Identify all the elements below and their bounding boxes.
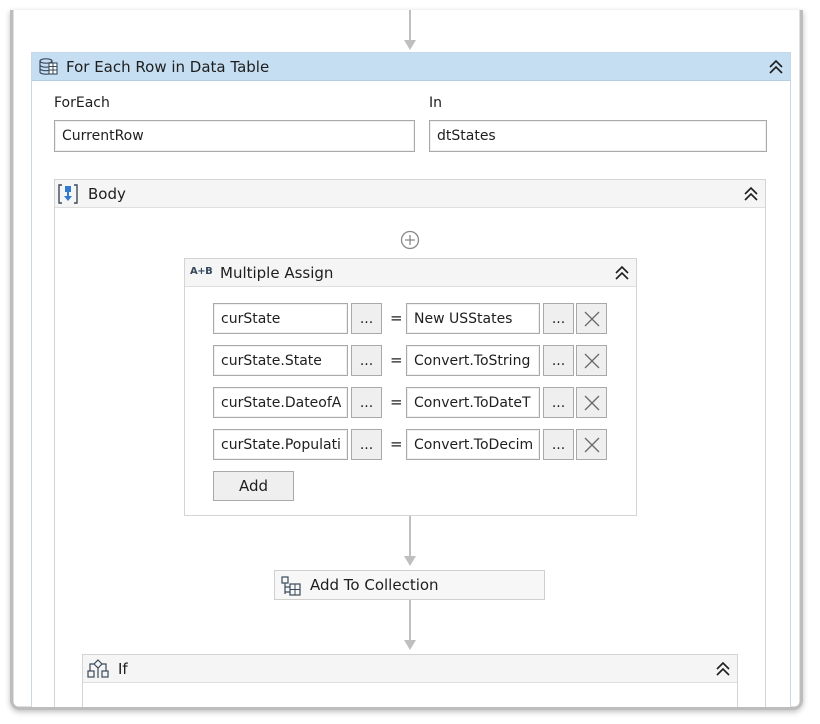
double-chevron-up-icon[interactable] — [613, 265, 631, 281]
double-chevron-up-icon[interactable] — [714, 661, 732, 677]
assign-right-input[interactable]: Convert.ToDecim — [406, 429, 540, 460]
multiple-assign-activity[interactable]: A+B Multiple Assign curState ... = New U… — [184, 258, 637, 516]
right-expression-button[interactable]: ... — [543, 303, 574, 334]
equals-sign: = — [390, 309, 403, 327]
if-activity-header[interactable]: If — [83, 655, 737, 683]
left-expression-button[interactable]: ... — [351, 387, 382, 418]
foreach-variable-input[interactable]: CurrentRow — [54, 120, 415, 152]
equals-sign: = — [390, 351, 403, 369]
assign-left-input[interactable]: curState.DateofA — [213, 387, 348, 418]
if-activity[interactable]: If — [82, 654, 738, 707]
assign-icon: A+B — [190, 266, 213, 277]
for-each-row-title: For Each Row in Data Table — [66, 58, 270, 76]
close-icon — [584, 353, 599, 368]
body-sequence-icon — [57, 183, 79, 205]
connector-line — [409, 600, 411, 642]
right-expression-button[interactable]: ... — [543, 429, 574, 460]
right-expression-button[interactable]: ... — [543, 387, 574, 418]
delete-row-button[interactable] — [576, 303, 607, 334]
double-chevron-up-icon[interactable] — [742, 186, 760, 202]
add-to-collection-icon — [280, 575, 302, 597]
connector-line — [409, 516, 411, 558]
double-chevron-up-icon[interactable] — [767, 59, 785, 75]
assign-right-input[interactable]: Convert.ToDateT — [406, 387, 540, 418]
close-icon — [584, 437, 599, 452]
add-to-collection-activity[interactable]: Add To Collection — [274, 570, 545, 600]
equals-sign: = — [390, 435, 403, 453]
body-scope-header[interactable]: Body — [55, 180, 765, 208]
delete-row-button[interactable] — [576, 345, 607, 376]
data-table-icon — [38, 57, 58, 77]
body-scope[interactable]: Body A+B Multiple Assign curState ... = … — [54, 179, 766, 707]
for-each-row-header[interactable]: For Each Row in Data Table — [32, 53, 790, 81]
multiple-assign-header[interactable]: A+B Multiple Assign — [185, 259, 636, 287]
left-expression-button[interactable]: ... — [351, 345, 382, 376]
in-datatable-input[interactable]: dtStates — [429, 120, 767, 152]
connector-arrow — [404, 640, 416, 650]
delete-row-button[interactable] — [576, 429, 607, 460]
multiple-assign-title: Multiple Assign — [220, 264, 334, 282]
add-to-collection-title: Add To Collection — [310, 576, 439, 594]
in-label: In — [429, 95, 443, 111]
add-assignment-button[interactable]: Add — [213, 471, 294, 501]
top-connector-arrow — [404, 40, 416, 50]
left-expression-button[interactable]: ... — [351, 303, 382, 334]
top-connector-line — [409, 10, 411, 42]
if-activity-title: If — [118, 660, 128, 678]
connector-arrow — [404, 556, 416, 566]
assign-left-input[interactable]: curState.State — [213, 345, 348, 376]
close-icon — [584, 395, 599, 410]
if-branch-icon — [87, 658, 109, 680]
delete-row-button[interactable] — [576, 387, 607, 418]
assign-left-input[interactable]: curState.Populati — [213, 429, 348, 460]
workflow-designer-canvas: For Each Row in Data Table ForEach Curre… — [10, 10, 803, 710]
plus-circle-icon[interactable] — [400, 230, 420, 250]
for-each-row-activity[interactable]: For Each Row in Data Table ForEach Curre… — [31, 52, 791, 707]
right-expression-button[interactable]: ... — [543, 345, 574, 376]
left-expression-button[interactable]: ... — [351, 429, 382, 460]
assign-right-input[interactable]: Convert.ToString — [406, 345, 540, 376]
close-icon — [584, 311, 599, 326]
body-scope-title: Body — [88, 185, 126, 203]
assign-left-input[interactable]: curState — [213, 303, 348, 334]
foreach-label: ForEach — [54, 95, 110, 111]
equals-sign: = — [390, 393, 403, 411]
assign-right-input[interactable]: New USStates — [406, 303, 540, 334]
